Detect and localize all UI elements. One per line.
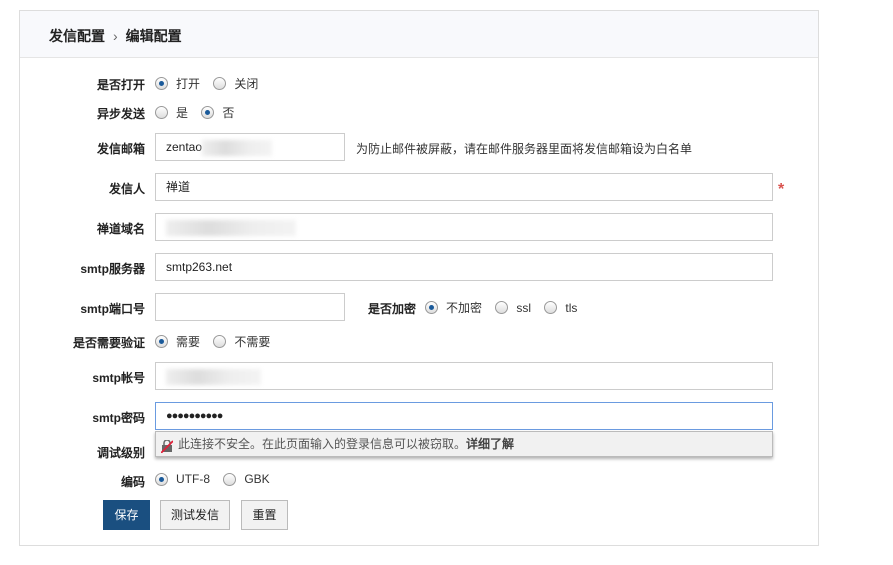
from-address-input[interactable]: zentao [155, 133, 345, 161]
smtp-password-label: smtp密码 [92, 411, 145, 425]
config-panel: 发信配置 › 编辑配置 是否打开 打开 关闭 异步发送 是 否 发信邮箱 zenta… [19, 10, 819, 546]
secure-label: 是否加密 [368, 302, 417, 316]
radio-icon [155, 472, 168, 486]
auth-radio-group: 需要 不需要 [155, 333, 280, 351]
radio-icon [213, 335, 227, 348]
radio-label: 否 [222, 106, 235, 120]
secure-radio-group: 不加密 ssl tls [425, 299, 587, 317]
radio-icon [495, 301, 509, 314]
radio-icon [544, 301, 558, 314]
radio-icon [155, 335, 168, 348]
breadcrumb-parent[interactable]: 发信配置 [49, 28, 105, 44]
domain-label: 禅道域名 [96, 222, 145, 236]
from-address-label: 发信邮箱 [96, 142, 145, 156]
async-yes-radio[interactable]: 是 [155, 104, 188, 121]
smtp-port-input[interactable] [155, 293, 345, 321]
radio-label: tls [565, 300, 578, 315]
radio-icon [213, 77, 227, 90]
insecure-lock-icon [160, 437, 174, 454]
async-radio-group: 是 否 [155, 104, 244, 122]
required-mark: * [778, 181, 785, 198]
radio-label: ssl [516, 300, 532, 315]
secure-tls-radio[interactable]: tls [544, 301, 577, 315]
charset-gbk-radio[interactable]: GBK [223, 472, 270, 486]
smtp-port-label: smtp端口号 [80, 302, 145, 316]
turnon-close-radio[interactable]: 关闭 [213, 75, 258, 92]
from-name-label: 发信人 [108, 182, 145, 196]
reset-button[interactable]: 重置 [241, 500, 288, 530]
charset-utf8-radio[interactable]: UTF-8 [155, 472, 210, 486]
redacted-blur [166, 368, 261, 385]
insecure-password-warning: 此连接不安全。在此页面输入的登录信息可以被窃取。详细了解 [155, 431, 773, 457]
from-name-input[interactable]: 禅道 [155, 173, 773, 201]
smtp-host-input[interactable]: smtp263.net [155, 253, 773, 281]
breadcrumb: 发信配置 › 编辑配置 [49, 26, 182, 46]
radio-label: 是 [176, 106, 189, 120]
radio-icon [155, 106, 168, 119]
radio-label: 打开 [176, 77, 201, 91]
save-button[interactable]: 保存 [103, 500, 150, 530]
auth-no-radio[interactable]: 不需要 [213, 333, 270, 350]
radio-label: 不需要 [234, 335, 271, 349]
redacted-blur [166, 219, 296, 236]
radio-icon [223, 472, 237, 486]
radio-icon [201, 106, 215, 119]
auth-label: 是否需要验证 [72, 336, 145, 350]
panel-header: 发信配置 › 编辑配置 [20, 11, 818, 58]
radio-label: 关闭 [234, 77, 259, 91]
debug-label: 调试级别 [96, 446, 145, 460]
async-no-radio[interactable]: 否 [201, 104, 234, 121]
input-value: zentao [166, 140, 203, 154]
radio-label: 需要 [176, 335, 201, 349]
from-address-hint: 为防止邮件被屏蔽，请在邮件服务器里面将发信邮箱设为白名单 [356, 142, 693, 156]
auth-yes-radio[interactable]: 需要 [155, 333, 200, 350]
redacted-blur [202, 139, 273, 156]
charset-radio-group: UTF-8 GBK [155, 472, 280, 489]
turnon-open-radio[interactable]: 打开 [155, 75, 200, 92]
test-send-button[interactable]: 测试发信 [160, 500, 230, 530]
breadcrumb-current: 编辑配置 [125, 28, 182, 44]
domain-input[interactable] [155, 213, 773, 241]
turnon-label: 是否打开 [96, 78, 145, 92]
turnon-radio-group: 打开 关闭 [155, 75, 268, 93]
smtp-host-label: smtp服务器 [80, 262, 145, 276]
radio-label: UTF-8 [176, 472, 210, 486]
async-label: 异步发送 [96, 107, 145, 121]
radio-label: GBK [244, 472, 270, 486]
smtp-username-input[interactable] [155, 362, 773, 390]
secure-none-radio[interactable]: 不加密 [425, 299, 482, 316]
radio-label: 不加密 [446, 301, 483, 315]
radio-icon [425, 301, 438, 314]
smtp-username-label: smtp帐号 [92, 371, 145, 385]
warning-text: 此连接不安全。在此页面输入的登录信息可以被窃取。 [178, 437, 467, 451]
learn-more-link[interactable]: 详细了解 [466, 437, 514, 451]
secure-ssl-radio[interactable]: ssl [495, 301, 531, 315]
radio-icon [155, 77, 168, 90]
smtp-password-input[interactable]: ●●●●●●●●●● [155, 402, 773, 430]
charset-label: 编码 [120, 475, 145, 489]
breadcrumb-separator-icon: › [113, 28, 118, 44]
